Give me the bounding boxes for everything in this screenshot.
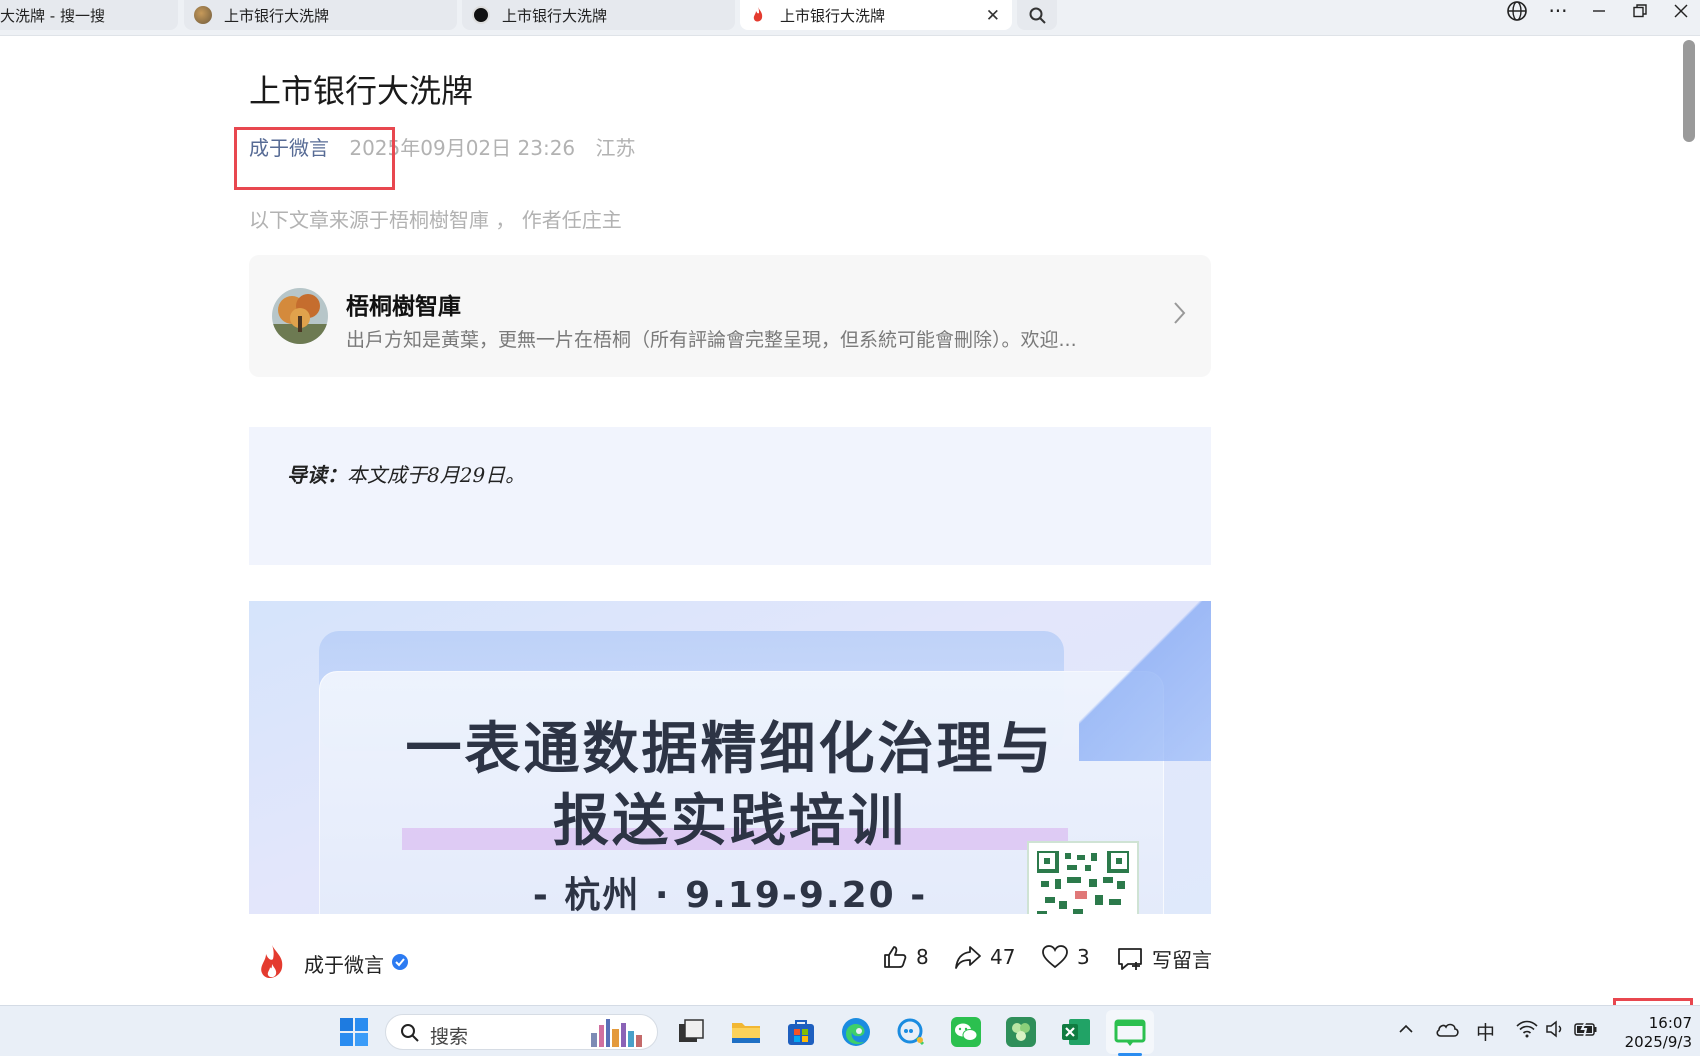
account-avatar [272, 288, 328, 344]
wechat-window-icon[interactable] [1114, 1016, 1146, 1048]
share-arrow-icon [955, 946, 981, 969]
chevron-right-icon [1173, 300, 1187, 330]
avatar-icon [472, 6, 490, 24]
heart-icon [1042, 945, 1068, 969]
flame-icon [750, 6, 768, 24]
highlight-box-author [234, 127, 395, 190]
tab-search-results[interactable]: 大洗牌 - 搜一搜 [0, 0, 178, 30]
file-explorer-icon[interactable] [730, 1016, 762, 1048]
write-comment-button[interactable]: 写留言 [1116, 944, 1212, 973]
account-name: 梧桐樹智庫 [346, 294, 461, 320]
tab-label: 上市银行大洗牌 [502, 6, 608, 25]
wifi-icon[interactable] [1516, 1020, 1538, 1043]
thumbs-up-icon [884, 946, 907, 968]
browser-tab-bar: 大洗牌 - 搜一搜 上市银行大洗牌 上市银行大洗牌 上市银行大洗牌 ✕ ··· [0, 0, 1700, 36]
translate-globe-icon[interactable] [1502, 0, 1532, 22]
taskbar-search-placeholder: 搜索 [430, 1026, 469, 1048]
write-comment-label: 写留言 [1152, 948, 1212, 972]
windows-start-icon[interactable] [338, 1016, 370, 1048]
close-tab-icon[interactable]: ✕ [986, 6, 1000, 26]
battery-charging-icon[interactable] [1574, 1020, 1598, 1043]
search-icon [401, 1024, 419, 1042]
copilot-chat-icon[interactable] [895, 1016, 927, 1048]
clock-time: 16:07 [1648, 1014, 1692, 1032]
tab-label: 大洗牌 - 搜一搜 [0, 6, 105, 25]
tab-search-button[interactable] [1017, 0, 1057, 30]
excel-icon[interactable] [1060, 1016, 1092, 1048]
intro-text: 导读：本文成于8月29日。 [287, 459, 525, 488]
account-description: 出戶方知是黃葉，更無一片在梧桐（所有評論會完整呈現，但系統可能會刪除）。欢迎..… [346, 329, 1077, 351]
like-count: 8 [916, 945, 929, 969]
restore-window-icon[interactable] [1625, 0, 1655, 22]
intro-block: 导读：本文成于8月29日。 [249, 427, 1211, 565]
flame-logo-icon [257, 944, 287, 986]
wechat-icon[interactable] [950, 1016, 982, 1048]
windows-taskbar: 搜索 中 16:07 2025/9/3 [0, 1005, 1700, 1056]
share-count: 47 [990, 945, 1016, 969]
promo-banner-image[interactable]: 一表通数据精细化治理与 报送实践培训 - 杭州 · 9.19-9.20 - [249, 601, 1211, 914]
intro-label: 导读： [287, 463, 347, 487]
more-menu-icon[interactable]: ··· [1543, 0, 1573, 23]
task-view-icon[interactable] [675, 1016, 707, 1048]
volume-icon[interactable] [1545, 1020, 1567, 1043]
chevron-up-icon[interactable] [1398, 1020, 1414, 1042]
ime-indicator[interactable]: 中 [1476, 1018, 1495, 1045]
favorite-button[interactable]: 3 [1041, 944, 1090, 970]
city-skyline-icon [591, 1019, 642, 1047]
onedrive-cloud-icon[interactable] [1435, 1020, 1459, 1043]
source-note: 以下文章来源于梧桐樹智庫 ， 作者任庄主 [249, 208, 622, 232]
tree-avatar-icon [194, 6, 212, 24]
tab-article-active[interactable]: 上市银行大洗牌 ✕ [740, 0, 1012, 30]
intro-content: 本文成于8月29日。 [347, 463, 526, 487]
taskbar-search-box[interactable]: 搜索 [385, 1014, 658, 1050]
microsoft-store-icon[interactable] [785, 1016, 817, 1048]
verified-badge-icon [391, 953, 409, 975]
article-title: 上市银行大洗牌 [249, 72, 474, 110]
edge-browser-icon[interactable] [840, 1016, 872, 1048]
minimize-icon[interactable] [1584, 0, 1614, 22]
clock-date: 2025/9/3 [1624, 1033, 1692, 1051]
footer-account-name[interactable]: 成于微言 [304, 949, 384, 978]
search-icon [1029, 7, 1046, 24]
share-button[interactable]: 47 [954, 944, 1015, 970]
publish-location: 江苏 [595, 136, 636, 160]
tab-article-1[interactable]: 上市银行大洗牌 [184, 0, 457, 30]
system-clock[interactable]: 16:07 2025/9/3 [1612, 1014, 1692, 1052]
tab-label: 上市银行大洗牌 [224, 6, 330, 25]
qr-code-icon [1027, 841, 1139, 914]
favorite-count: 3 [1077, 945, 1090, 969]
tab-label: 上市银行大洗牌 [780, 6, 886, 25]
green-app-icon[interactable] [1005, 1016, 1037, 1048]
banner-title-line1: 一表通数据精细化治理与 [405, 717, 1055, 782]
article-action-bar: 成于微言 8 47 3 写留言 [249, 940, 1212, 986]
like-button[interactable]: 8 [882, 944, 929, 970]
source-account-card[interactable]: 梧桐樹智庫 出戶方知是黃葉，更無一片在梧桐（所有評論會完整呈現，但系統可能會刪除… [249, 255, 1211, 377]
comment-icon [1118, 947, 1142, 970]
tab-article-2[interactable]: 上市银行大洗牌 [462, 0, 735, 30]
page-scrollbar-thumb[interactable] [1683, 40, 1695, 142]
close-window-icon[interactable] [1666, 0, 1696, 22]
